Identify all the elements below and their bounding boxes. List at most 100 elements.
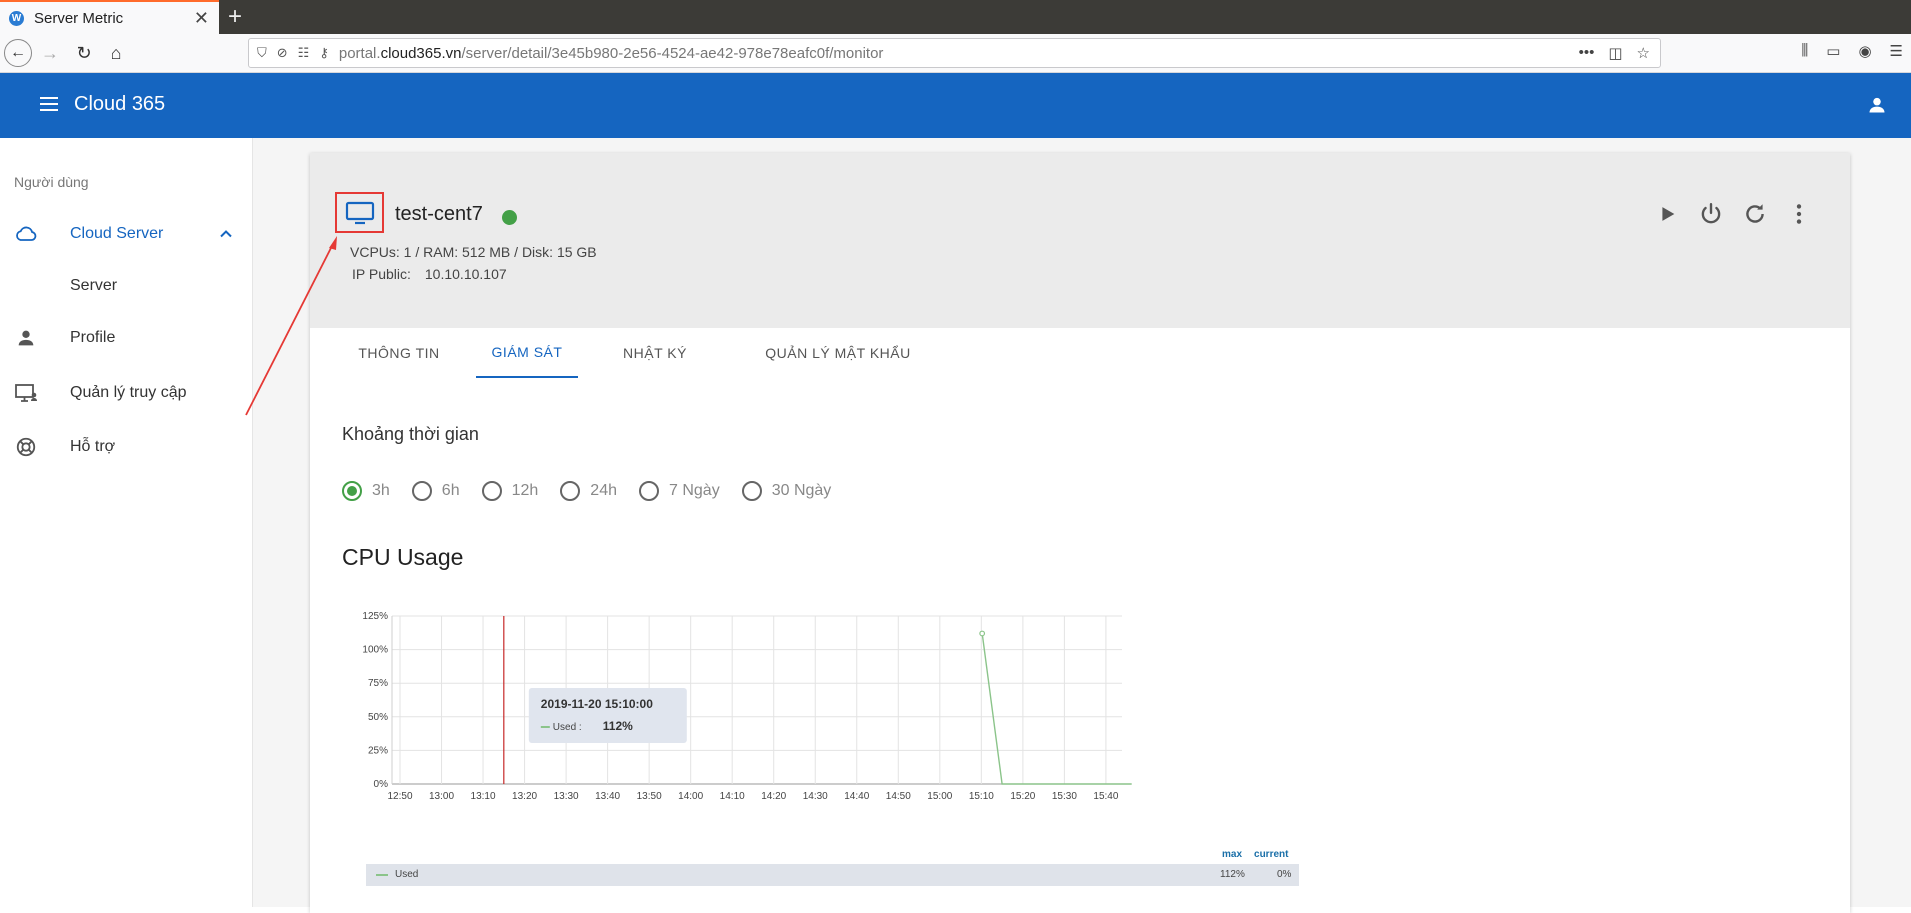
reload-icon[interactable]: ↻	[72, 41, 96, 65]
x-tick-label: 13:00	[429, 791, 454, 802]
refresh-icon	[1746, 204, 1764, 223]
monitor-icon	[345, 201, 374, 224]
more-options-button[interactable]	[1786, 201, 1812, 227]
period-option-12h[interactable]: 12h	[481, 481, 538, 501]
legend-max-header: max	[1222, 849, 1243, 860]
server-actions	[1654, 201, 1812, 227]
account-icon[interactable]: ◉	[1858, 42, 1871, 60]
x-tick-label: 15:00	[927, 791, 952, 802]
x-tick-label: 13:40	[595, 791, 620, 802]
hamburger-menu-icon[interactable]: ☰	[1890, 42, 1903, 60]
url-security-icons[interactable]: ⛉ ⊘ ☷ ⚷	[249, 45, 329, 61]
chart-title: CPU Usage	[342, 544, 464, 570]
legend-series-name: Used	[395, 869, 419, 880]
x-tick-label: 14:00	[678, 791, 703, 802]
power-button[interactable]	[1698, 201, 1724, 227]
cpu-chart-svg[interactable]: 0% 25% 50% 75% 100% 125% 12:50 13:00 13:10 13:20 1…	[350, 598, 1150, 883]
y-tick-label: 125%	[362, 611, 388, 622]
series-line-used	[981, 633, 1132, 785]
sidebar-toggle-icon[interactable]: ▭	[1826, 42, 1840, 60]
radio-icon[interactable]	[639, 481, 659, 501]
server-name: test-cent7	[395, 203, 483, 225]
user-icon[interactable]	[1867, 95, 1887, 115]
x-tick-label: 14:30	[803, 791, 828, 802]
more-actions-icon[interactable]: •••	[1579, 44, 1595, 62]
radio-icon[interactable]	[741, 481, 762, 501]
tab-info[interactable]: THÔNG TIN	[324, 328, 474, 378]
pocket-icon[interactable]: ◫	[1608, 44, 1622, 62]
legend-row[interactable]: Used 112% 0%	[366, 864, 1299, 886]
legend-swatch	[376, 874, 388, 876]
tab-monitor[interactable]: GIÁM SÁT	[476, 328, 578, 378]
period-option-7d[interactable]: 7 Ngày	[639, 481, 720, 501]
favicon-icon: W	[9, 10, 24, 26]
url-text[interactable]: portal.cloud365.vn/server/detail/3e45b98…	[339, 45, 884, 62]
period-option-24h[interactable]: 24h	[560, 481, 617, 501]
server-ip: IP Public: 10.10.10.107	[352, 266, 507, 282]
y-tick-label: 50%	[368, 712, 388, 723]
sidebar-item-server[interactable]: Server	[0, 266, 253, 306]
reboot-button[interactable]	[1742, 201, 1768, 227]
library-icon[interactable]: ⫼	[1801, 42, 1808, 60]
period-option-3h[interactable]: 3h	[342, 481, 390, 501]
chevron-up-icon[interactable]	[218, 226, 234, 242]
start-button[interactable]	[1654, 201, 1680, 227]
x-tick-label: 14:50	[886, 791, 911, 802]
tab-password[interactable]: QUẢN LÝ MẬT KHẨU	[728, 328, 948, 378]
legend-header: max current	[1222, 849, 1288, 860]
period-radio-group: 3h 6h 12h 24h 7 Ngày 30 Ngày	[342, 481, 853, 501]
support-icon	[14, 435, 38, 459]
forward-icon[interactable]: →	[38, 41, 62, 65]
new-tab-icon[interactable]: +	[228, 3, 242, 31]
sidebar: Người dùng Cloud Server Server Profile Q…	[0, 138, 253, 907]
radio-icon[interactable]	[342, 481, 362, 501]
x-tick-label: 15:30	[1052, 791, 1077, 802]
status-indicator-icon	[502, 210, 517, 225]
browser-tabbar: W Server Metric ✕ +	[0, 0, 1911, 34]
radio-icon[interactable]	[411, 481, 432, 501]
url-bar[interactable]: ⛉ ⊘ ☷ ⚷ portal.cloud365.vn/server/detail…	[248, 38, 1661, 68]
shield-icon[interactable]: ⛉	[257, 45, 267, 61]
menu-icon[interactable]	[40, 97, 58, 111]
tab-title: Server Metric	[34, 9, 124, 27]
browser-tab[interactable]: W Server Metric ✕	[0, 0, 219, 34]
back-icon[interactable]: ←	[4, 39, 32, 67]
sidebar-item-label: Profile	[70, 329, 116, 346]
radio-label: 24h	[590, 482, 617, 499]
sidebar-item-cloud-server[interactable]: Cloud Server	[0, 214, 253, 254]
sidebar-item-access[interactable]: Quản lý truy cập	[0, 373, 253, 413]
power-icon	[1701, 203, 1721, 224]
home-icon[interactable]: ⌂	[104, 41, 128, 65]
permissions-icon[interactable]: ☷	[298, 45, 310, 61]
period-option-30d[interactable]: 30 Ngày	[741, 481, 831, 501]
browser-navbar: ← → ↻ ⌂ ⛉ ⊘ ☷ ⚷ portal.cloud365.vn/serve…	[0, 34, 1911, 73]
key-icon[interactable]: ⚷	[319, 45, 329, 61]
ip-value: 10.10.10.107	[424, 266, 507, 282]
sidebar-item-support[interactable]: Hỗ trợ	[0, 427, 253, 467]
server-console-button[interactable]	[335, 192, 384, 233]
x-tick-label: 15:10	[969, 791, 994, 802]
legend-current-value: 0%	[1277, 869, 1292, 880]
tooltip-time: 2019-11-20 15:10:00	[541, 697, 653, 711]
legend-current-header: current	[1254, 849, 1289, 860]
sidebar-item-profile[interactable]: Profile	[0, 318, 253, 358]
tooltip-value: 112%	[603, 719, 633, 733]
radio-icon[interactable]	[560, 481, 581, 501]
y-tick-label: 75%	[368, 678, 388, 689]
x-tick-label: 13:50	[637, 791, 662, 802]
close-tab-icon[interactable]: ✕	[194, 8, 209, 29]
x-tick-label: 13:10	[471, 791, 496, 802]
x-tick-label: 14:40	[844, 791, 869, 802]
tab-log[interactable]: NHẬT KÝ	[600, 328, 710, 378]
period-option-6h[interactable]: 6h	[411, 481, 460, 501]
y-tick-label: 25%	[368, 745, 388, 756]
tracking-icon[interactable]: ⊘	[277, 45, 288, 61]
bookmark-star-icon[interactable]: ☆	[1637, 44, 1650, 62]
radio-label: 7 Ngày	[669, 482, 720, 499]
radio-icon[interactable]	[481, 481, 502, 501]
cpu-chart[interactable]: 0% 25% 50% 75% 100% 125% 12:50 13:00 13:10 13:20 1…	[350, 598, 1150, 883]
more-vert-icon	[1796, 204, 1802, 224]
sidebar-item-label: Cloud Server	[70, 225, 164, 242]
x-tick-label: 13:20	[512, 791, 537, 802]
x-tick-label: 15:40	[1093, 791, 1118, 802]
